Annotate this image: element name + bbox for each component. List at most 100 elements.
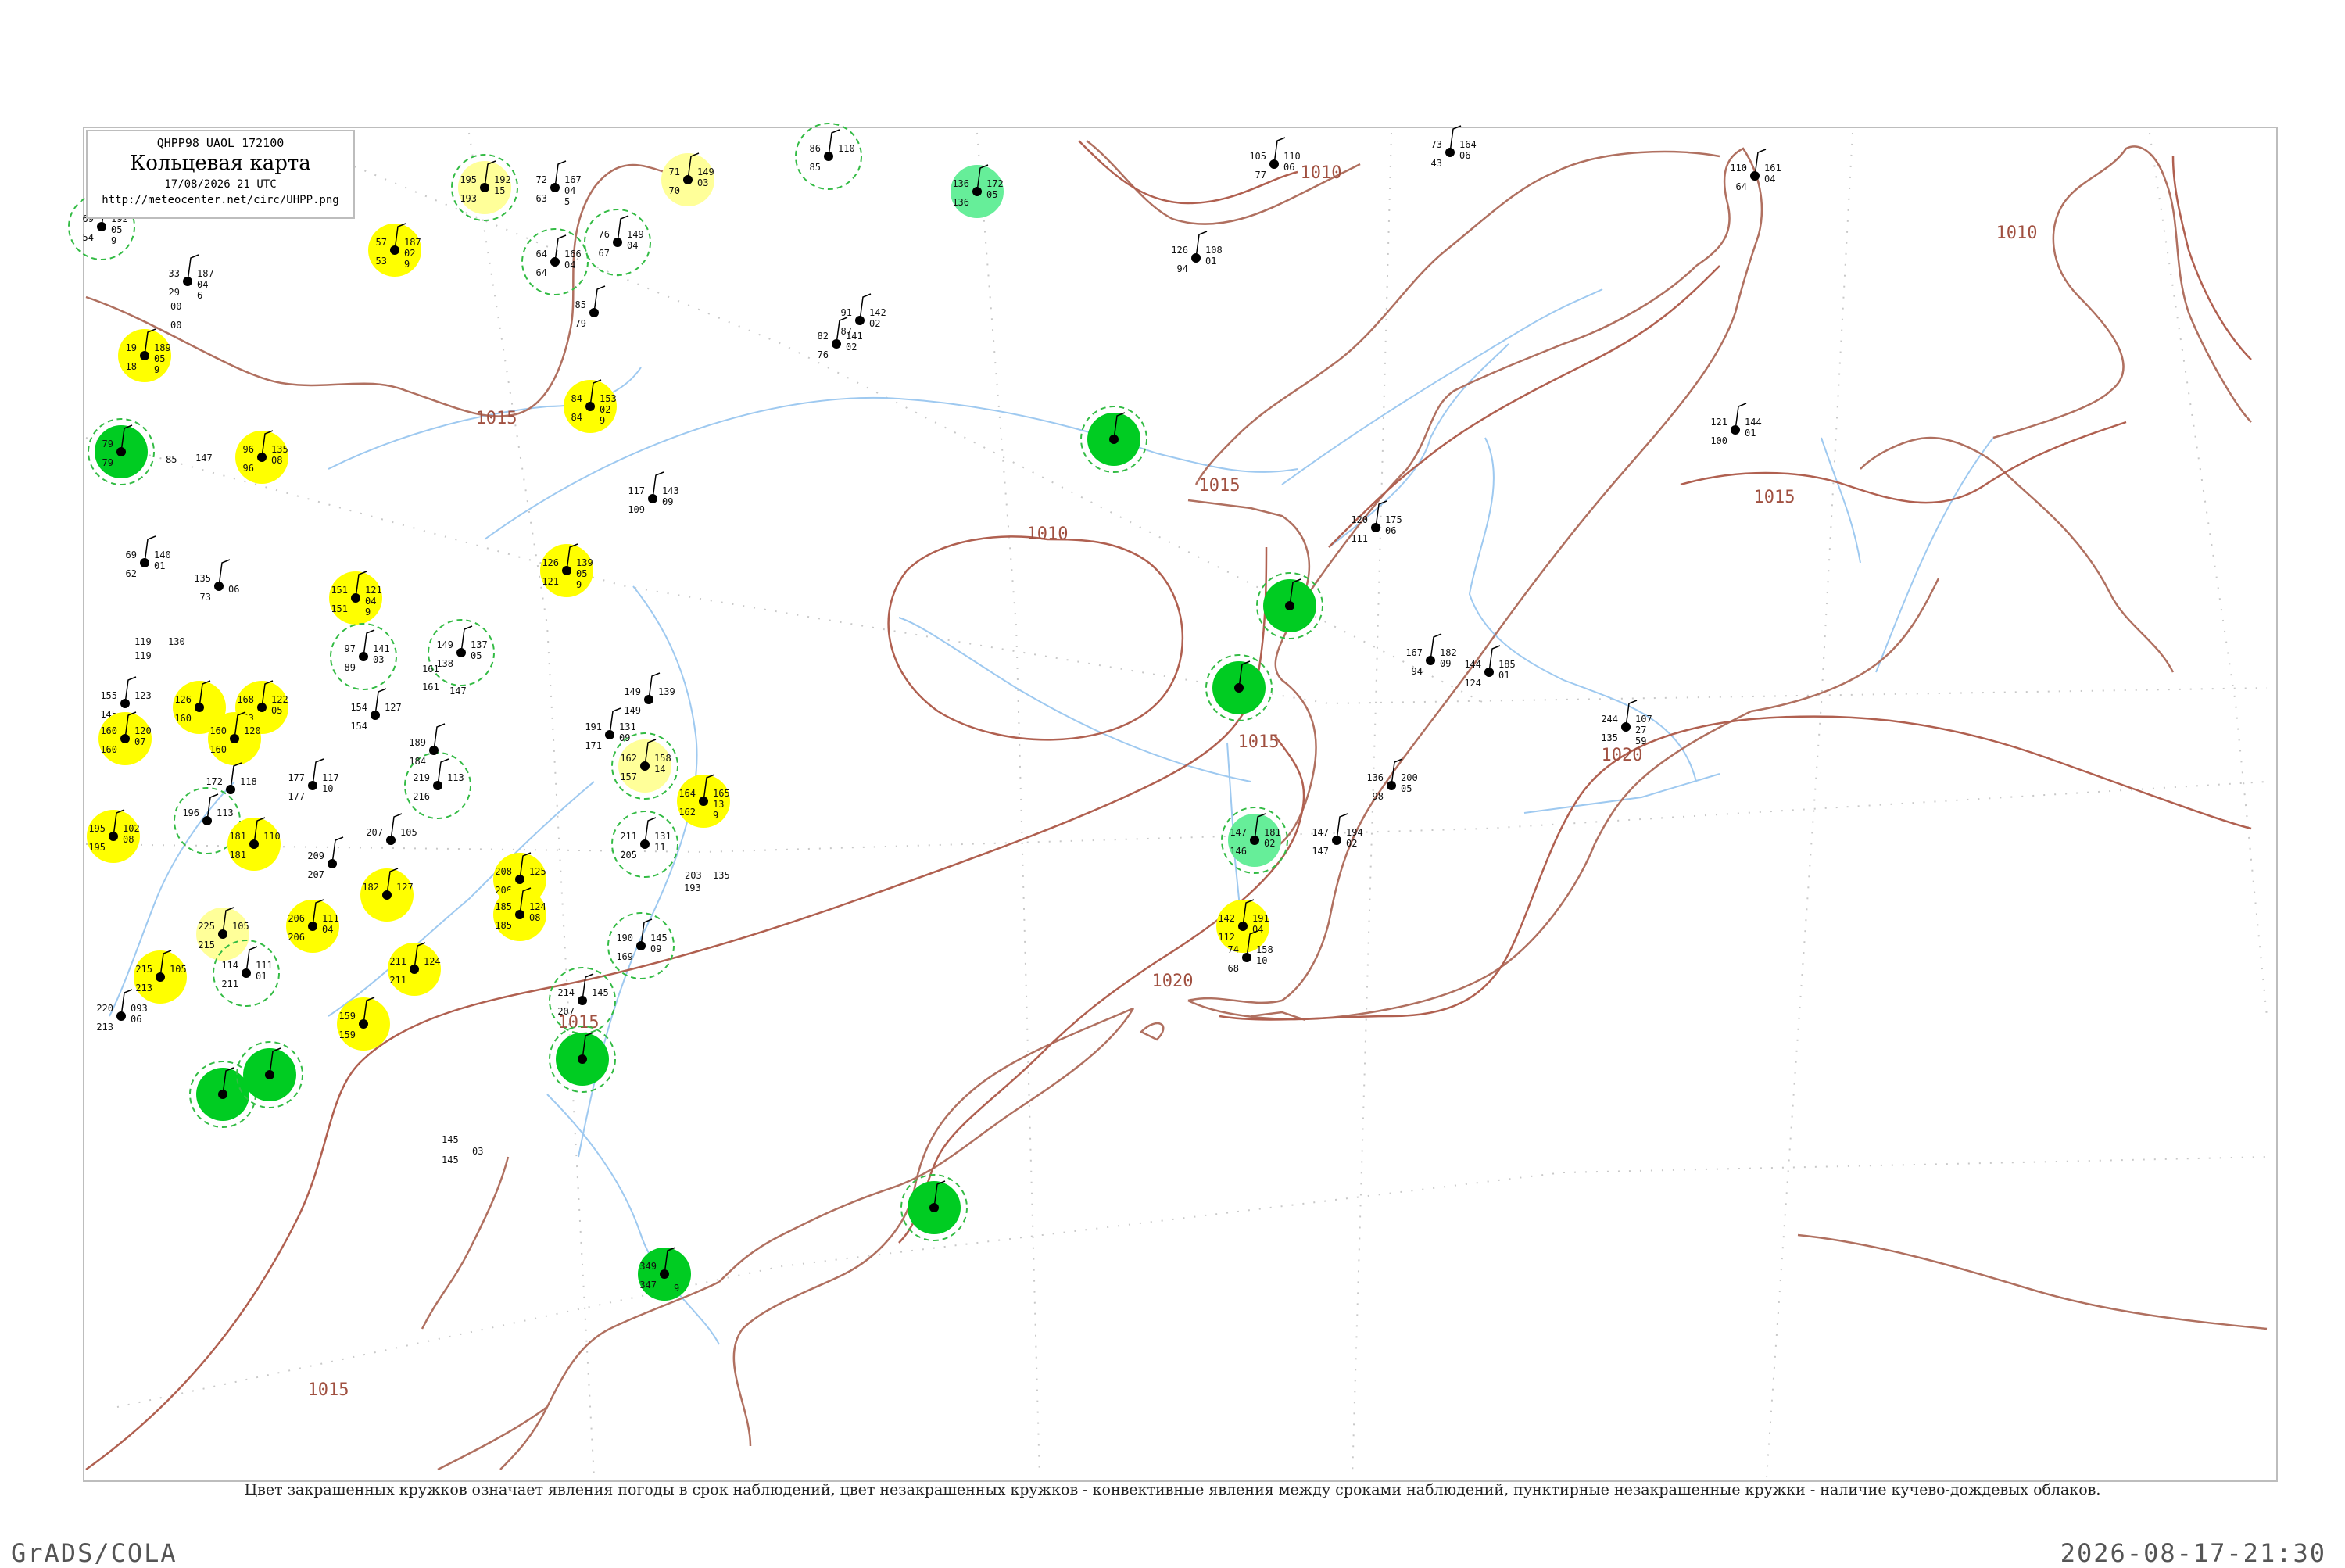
- pressure-value: 161: [1764, 163, 1781, 174]
- dewpoint-value: 79: [102, 457, 113, 468]
- station-plot[interactable]: 182 127: [360, 868, 414, 922]
- pressure-value: 139: [576, 557, 593, 568]
- pressure-tendency-value: 09: [619, 732, 630, 743]
- temperature-value: 225: [198, 921, 215, 932]
- dewpoint-value: 213: [135, 983, 152, 993]
- pressure-value: 110: [1283, 151, 1301, 162]
- pressure-value: 149: [627, 229, 644, 240]
- station-value: 193: [684, 882, 701, 893]
- pressure-tendency-value: 15: [494, 185, 505, 196]
- dewpoint-value: 159: [338, 1029, 356, 1040]
- dewpoint-value: 136: [952, 197, 969, 208]
- station-value: 145: [442, 1155, 459, 1165]
- station-plot[interactable]: 71 70 14903: [661, 152, 714, 206]
- station-value: 00: [170, 301, 181, 312]
- dewpoint-value: 195: [88, 842, 106, 853]
- footer-timestamp: 2026-08-17-21:30: [2060, 1538, 2326, 1568]
- station-value: 130: [168, 636, 185, 647]
- station-plot[interactable]: 151 151 121049: [329, 571, 382, 625]
- station-plot[interactable]: 126 121 139059: [540, 543, 593, 597]
- pressure-value: 185: [1498, 659, 1516, 670]
- station-plot[interactable]: 215 213 105: [134, 950, 187, 1004]
- dewpoint-value: 64: [1736, 181, 1747, 192]
- station-plot[interactable]: 160 160 120: [208, 711, 261, 765]
- temperature-value: 164: [678, 788, 696, 799]
- station-plot[interactable]: 185 185 12408: [493, 887, 546, 941]
- dewpoint-value: 111: [1351, 533, 1368, 544]
- pressure-tendency-value: 06: [1459, 150, 1470, 161]
- pressure-tendency-value: 05: [154, 353, 165, 364]
- temperature-value: 155: [100, 690, 117, 701]
- dewpoint-value: 193: [460, 193, 477, 204]
- temperature-value: 136: [952, 178, 969, 189]
- pressure-value: 149: [697, 166, 714, 177]
- station-plot[interactable]: 349 347 9: [638, 1247, 691, 1301]
- temperature-value: 215: [135, 964, 152, 975]
- station-value: 85: [166, 454, 177, 465]
- temperature-value: 76: [599, 229, 610, 240]
- temperature-value: 167: [1405, 647, 1423, 658]
- station-plot[interactable]: 206 206 11104: [286, 899, 339, 953]
- map-url[interactable]: http://meteocenter.net/circ/UHPP.png: [88, 194, 353, 206]
- station-value: 161: [422, 664, 439, 675]
- dewpoint-value: 211: [221, 979, 238, 990]
- dewpoint-value: 184: [409, 756, 426, 767]
- temperature-value: 19: [126, 342, 137, 353]
- pressure-value: 110: [838, 143, 855, 154]
- station-plot[interactable]: 211 211 124: [388, 942, 441, 996]
- station-plot[interactable]: 195 195 10208: [87, 809, 140, 863]
- temperature-value: 85: [575, 299, 586, 310]
- pressure-value: 158: [1256, 944, 1273, 955]
- station-plot[interactable]: 181 181 110: [227, 817, 281, 871]
- station-value: 00: [170, 320, 181, 331]
- dewpoint-value: 205: [620, 850, 637, 861]
- pressure-tendency-value: 11: [654, 842, 665, 853]
- station-plot[interactable]: 225 215 105: [196, 907, 249, 961]
- temperature-value: 91: [841, 307, 852, 318]
- station-plot[interactable]: 96 96 13508: [235, 430, 288, 484]
- temperature-value: 182: [362, 882, 379, 893]
- pressure-tendency-value: 10: [1256, 955, 1267, 966]
- station-plot[interactable]: 159 159: [337, 997, 390, 1051]
- station-plot[interactable]: 19 18 189059: [118, 328, 171, 382]
- map-legend: QHPP98 UAOL 172100 Кольцевая карта 17/08…: [86, 130, 355, 219]
- station-plot[interactable]: 160 160 12007: [98, 711, 152, 765]
- temperature-value: 211: [620, 831, 637, 842]
- station-plot[interactable]: 84 84 153029: [564, 379, 617, 433]
- pressure-tendency-value: 08: [271, 455, 282, 466]
- dewpoint-value: 68: [1228, 963, 1239, 974]
- temperature-value: 191: [585, 721, 602, 732]
- station-plot[interactable]: 57 53 187029: [368, 223, 421, 277]
- temperature-value: 126: [1171, 245, 1188, 256]
- extra-value: 6: [197, 290, 202, 301]
- station-value: 135: [713, 870, 730, 881]
- station-plot[interactable]: 164 162 165139: [677, 774, 730, 828]
- dewpoint-value: 54: [83, 232, 94, 243]
- dewpoint-value: 160: [174, 713, 192, 724]
- pressure-value: 200: [1401, 772, 1418, 783]
- temperature-value: 57: [376, 237, 387, 248]
- pressure-tendency-value: 02: [600, 404, 610, 415]
- temperature-value: 73: [1431, 139, 1442, 150]
- temperature-value: 220: [96, 1003, 113, 1014]
- pressure-tendency-value: 09: [1440, 658, 1451, 669]
- dewpoint-value: 149: [624, 705, 641, 716]
- temperature-value: 136: [1366, 772, 1384, 783]
- station-plot[interactable]: 136 136 17205: [951, 164, 1004, 218]
- dewpoint-value: 215: [198, 940, 215, 950]
- temperature-value: 126: [174, 694, 192, 705]
- pressure-value: 111: [322, 913, 339, 924]
- pressure-value: 127: [396, 882, 414, 893]
- pressure-value: 117: [322, 772, 339, 783]
- dewpoint-value: 160: [209, 744, 227, 755]
- dewpoint-value: 206: [288, 932, 305, 943]
- pressure-tendency-value: 14: [654, 764, 665, 775]
- dewpoint-value: 109: [628, 504, 645, 515]
- temperature-value: 110: [1730, 163, 1747, 174]
- temperature-value: 177: [288, 772, 305, 783]
- extra-value: 59: [1635, 736, 1646, 746]
- dewpoint-value: 112: [1218, 932, 1235, 943]
- extra-value: 9: [674, 1283, 679, 1294]
- pressure-tendency-value: 04: [564, 185, 575, 196]
- pressure-tendency-value: 05: [271, 705, 282, 716]
